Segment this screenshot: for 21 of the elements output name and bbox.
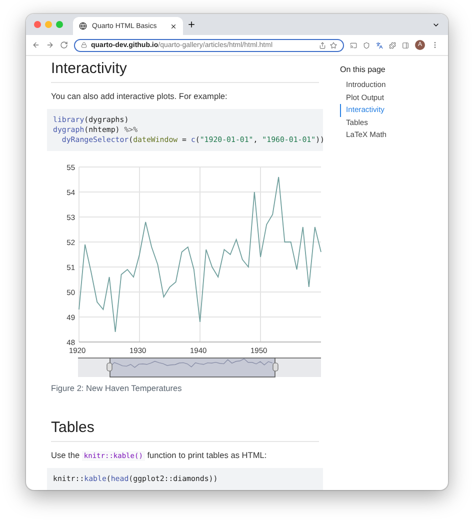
range-selector[interactable]	[78, 358, 322, 378]
toc-title: On this page	[340, 65, 386, 74]
section-heading: Tables	[51, 419, 319, 442]
forward-icon[interactable]	[46, 41, 54, 50]
share-icon[interactable]	[319, 42, 326, 49]
cast-icon[interactable]	[350, 42, 357, 49]
new-tab-icon[interactable]	[187, 20, 196, 30]
back-icon[interactable]	[32, 41, 40, 50]
shield-icon[interactable]	[363, 42, 370, 49]
close-icon[interactable]	[170, 22, 177, 30]
section-heading: Interactivity	[51, 60, 319, 83]
paragraph: You can also add interactive plots. For example:	[51, 91, 228, 101]
globe-icon[interactable]	[79, 22, 87, 30]
lock-icon[interactable]	[81, 42, 87, 48]
star-icon[interactable]	[330, 42, 337, 49]
side-panel-icon[interactable]	[402, 42, 409, 49]
reload-icon[interactable]	[60, 41, 68, 50]
puzzle-icon[interactable]	[389, 42, 396, 49]
translate-icon[interactable]	[376, 42, 383, 49]
close-window-button[interactable]	[34, 21, 41, 28]
figure-caption: Figure 2: New Haven Temperatures	[51, 383, 183, 393]
